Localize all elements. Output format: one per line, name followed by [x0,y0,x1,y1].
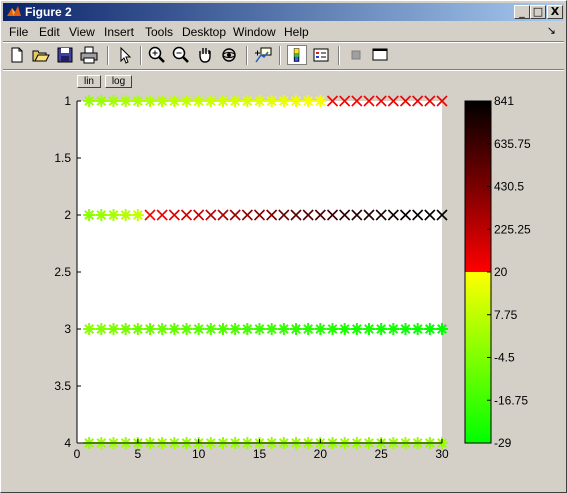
star-marker [107,95,120,107]
star-marker [253,323,266,335]
x-tick-label: 25 [374,447,388,461]
star-marker [241,95,254,107]
y-tick-label: 1 [64,94,71,108]
x-tick-label: 5 [134,447,141,461]
star-marker [107,209,120,221]
colorbar-tick-label: -29 [494,436,512,450]
star-marker [180,95,193,107]
star-marker [119,95,132,107]
star-marker [253,95,266,107]
star-marker [180,323,193,335]
y-tick-label: 3.5 [54,379,71,393]
star-marker [326,323,339,335]
star-marker [119,323,132,335]
y-tick-label: 1.5 [54,151,71,165]
y-tick-label: 2.5 [54,265,71,279]
star-marker [229,95,242,107]
star-marker [95,209,108,221]
star-marker [107,323,120,335]
x-tick-label: 15 [253,447,267,461]
colorbar-tick-label: 20 [494,265,508,279]
star-marker [217,323,229,335]
star-marker [131,95,144,107]
colorbar-tick-label: 225.25 [494,222,531,236]
star-marker [144,95,156,107]
x-tick-label: 30 [435,447,449,461]
star-marker [131,323,144,335]
star-marker [204,323,217,335]
colorbar-tick-label: -4.5 [494,351,515,365]
star-marker [290,95,302,107]
star-marker [229,323,242,335]
colorbar-tick-label: -16.75 [494,393,528,407]
plot-canvas: 0 5 10 15 20 25 30 1 1.5 2 2.5 3 3.5 4 841 635.75 430.… [54,94,531,461]
star-marker [131,209,144,221]
star-marker [241,323,254,335]
colorbar-tick-label: 7.75 [494,308,518,322]
x-tick-label: 20 [314,447,328,461]
x-tick-label: 10 [192,447,206,461]
star-marker [83,323,96,335]
star-marker [192,95,205,107]
colorbar-tick-label: 430.5 [494,180,524,194]
star-marker [83,209,96,221]
star-marker [83,95,96,107]
star-marker [290,323,302,335]
colorbar-tick-label: 635.75 [494,137,531,151]
star-marker [399,323,412,335]
x-tick-label: 0 [74,447,81,461]
star-marker [363,323,375,335]
star-marker [156,323,169,335]
star-marker [156,95,169,107]
star-marker [217,95,229,107]
star-marker [168,323,181,335]
star-marker [95,323,108,335]
star-marker [192,323,205,335]
colorbar-tick-label: 841 [494,94,514,108]
y-tick-label: 3 [64,322,71,336]
colorbar-ticks: 841 635.75 430.5 225.25 20 7.75 -4.5 -16.75 -29 [487,94,531,450]
axes-background[interactable] [77,101,442,443]
y-tick-label: 4 [64,436,71,450]
y-tick-label: 2 [64,208,71,222]
star-marker [436,323,448,335]
star-marker [168,95,181,107]
star-marker [95,95,108,107]
star-marker [144,323,156,335]
star-marker [119,209,132,221]
star-marker [204,95,217,107]
